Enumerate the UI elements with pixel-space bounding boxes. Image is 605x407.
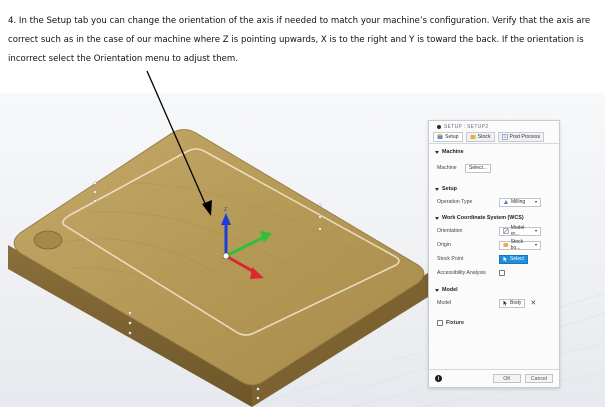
machine-select-text: Select... xyxy=(469,165,488,171)
panel-footer: i OK Cancel xyxy=(429,369,559,387)
section-model[interactable]: Model xyxy=(429,284,559,296)
ok-button[interactable]: OK xyxy=(493,374,521,383)
tab-stock[interactable]: Stock xyxy=(465,132,495,142)
post-process-icon xyxy=(501,134,508,140)
tab-setup[interactable]: Setup xyxy=(433,132,463,142)
panel-title: SETUP : SETUP2 xyxy=(429,121,559,131)
chevron-down-icon xyxy=(535,201,537,203)
orientation-row: Orientation Model or... xyxy=(429,224,559,238)
machine-row: Machine Select... xyxy=(429,161,559,175)
machine-select-button[interactable]: Select... xyxy=(465,163,492,173)
board-top[interactable] xyxy=(13,129,425,386)
stock-point-row: Stock Point Select xyxy=(429,252,559,266)
collapse-triangle-icon xyxy=(435,216,439,220)
origin-dropdown[interactable]: Stock bo... xyxy=(499,239,541,251)
cursor-icon xyxy=(503,256,507,262)
cursor-icon xyxy=(503,300,507,306)
fixture-label: Fixture xyxy=(446,320,464,326)
cancel-button[interactable]: Cancel xyxy=(525,374,553,383)
operation-type-dropdown[interactable]: Milling xyxy=(499,197,541,207)
stock-point-value: Select xyxy=(510,256,524,262)
model-value: Body xyxy=(510,300,522,306)
section-machine[interactable]: Machine xyxy=(429,146,559,158)
wcs-origin xyxy=(222,252,230,260)
section-machine-title: Machine xyxy=(442,149,464,155)
model-label: Model xyxy=(437,300,452,306)
operation-type-value: Milling xyxy=(511,199,526,205)
stock-icon xyxy=(470,135,476,139)
origin-row: Origin Stock bo... xyxy=(429,238,559,252)
panel-status-dot-icon xyxy=(437,125,441,129)
section-model-title: Model xyxy=(442,287,458,293)
machine-label: Machine xyxy=(437,165,457,171)
panel-tabs: Setup Stock Post Process xyxy=(429,131,559,144)
milling-icon xyxy=(504,200,508,204)
setup-icon xyxy=(437,134,443,139)
orientation-label: Orientation xyxy=(437,228,463,234)
tab-post-process-label: Post Process xyxy=(509,134,541,140)
tab-post-process[interactable]: Post Process xyxy=(497,132,545,142)
tab-stock-label: Stock xyxy=(477,134,491,140)
origin-value: Stock bo... xyxy=(510,239,524,251)
section-wcs[interactable]: Work Coordinate System (WCS) xyxy=(429,212,559,224)
origin-label: Origin xyxy=(437,242,451,248)
accessibility-checkbox[interactable] xyxy=(499,270,505,276)
stock-point-label: Stock Point xyxy=(437,256,464,262)
accessibility-row: Accessibility Analysis xyxy=(429,266,559,280)
section-wcs-title: Work Coordinate System (WCS) xyxy=(442,215,524,221)
z-axis-label: Z xyxy=(224,207,227,213)
accessibility-label: Accessibility Analysis xyxy=(437,270,486,276)
operation-type-row: Operation Type Milling xyxy=(429,195,559,209)
chevron-down-icon xyxy=(535,230,537,232)
fixture-checkbox[interactable] xyxy=(437,320,443,326)
collapse-triangle-icon xyxy=(435,150,439,154)
handle-hole xyxy=(33,230,63,250)
model-row: Model Body ✕ xyxy=(429,296,559,310)
chevron-down-icon xyxy=(535,244,537,246)
collapse-triangle-icon xyxy=(435,187,439,191)
orientation-value: Model or... xyxy=(510,225,525,237)
section-setup[interactable]: Setup xyxy=(429,183,559,195)
stock-box-icon xyxy=(503,243,509,247)
operation-type-label: Operation Type xyxy=(437,199,473,205)
stock-point-select-button[interactable]: Select xyxy=(499,254,528,264)
panel-title-text: SETUP : SETUP2 xyxy=(444,124,489,130)
section-setup-title: Setup xyxy=(442,186,457,192)
tab-setup-label: Setup xyxy=(445,134,459,140)
info-icon[interactable]: i xyxy=(435,375,442,382)
orientation-icon xyxy=(503,228,509,234)
instruction-text: 4. In the Setup tab you can change the o… xyxy=(8,16,591,64)
clear-model-close-icon[interactable]: ✕ xyxy=(530,299,536,307)
fixture-row: Fixture xyxy=(429,316,559,330)
setup-panel: SETUP : SETUP2 Setup Stock Post Process … xyxy=(428,120,560,388)
model-select-button[interactable]: Body xyxy=(499,298,526,308)
collapse-triangle-icon xyxy=(435,288,439,292)
orientation-dropdown[interactable]: Model or... xyxy=(499,225,541,237)
